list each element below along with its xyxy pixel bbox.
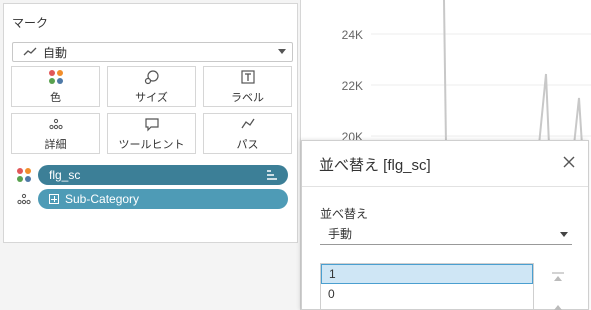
list-item[interactable]: 1 [321,264,533,284]
color-icon [48,69,64,85]
size-icon [144,69,160,85]
close-icon[interactable] [562,155,576,169]
tooltip-card-label: ツールヒント [118,138,185,151]
mark-type-value: 自動 [43,45,68,60]
pill-sub-category[interactable]: Sub-Category [38,189,288,209]
size-card-label: サイズ [135,91,168,104]
path-card-label: パス [236,138,259,151]
move-up-icon[interactable] [550,301,566,310]
color-icon [17,168,31,182]
marks-shelf-row-detail: Sub-Category [16,189,288,209]
sort-dialog: 並べ替え [flg_sc] 並べ替え 手動 1 0 [301,140,589,310]
marks-title: マーク [12,16,49,30]
detail-card-label: 詳細 [44,138,67,151]
move-to-top-icon[interactable] [550,271,566,283]
sort-by-select[interactable]: 手動 [320,223,572,245]
sort-order-list: 1 0 [320,263,534,310]
label-card-label: ラベル [231,91,264,104]
size-card[interactable]: サイズ [107,66,196,107]
path-card[interactable]: パス [203,113,292,154]
tooltip-card[interactable]: ツールヒント [107,113,196,154]
color-card-label: 色 [50,91,61,104]
detail-icon [48,116,64,132]
detail-icon [17,193,31,205]
marks-shelf-row-color: flg_sc [16,165,288,185]
pill-flg-sc-label: flg_sc [49,168,81,182]
sort-dialog-title: 並べ替え [flg_sc] [319,157,431,174]
path-icon [240,116,256,132]
sort-by-label: 並べ替え [320,207,369,221]
line-chart-icon [23,47,37,56]
pill-sub-category-label: Sub-Category [65,192,140,206]
expand-plus-icon[interactable] [49,194,59,204]
mark-type-dropdown[interactable]: 自動 [12,42,293,62]
sort-by-value: 手動 [328,227,353,241]
dialog-divider [302,186,588,187]
pill-flg-sc[interactable]: flg_sc [38,165,288,185]
chevron-down-icon [278,49,286,54]
detail-card[interactable]: 詳細 [11,113,100,154]
y-tick-label: 22K [342,79,363,93]
color-card[interactable]: 色 [11,66,100,107]
chevron-down-icon [560,232,568,237]
list-item[interactable]: 0 [321,284,533,304]
marks-card: マーク 自動 色 サイズ ラベル 詳細 ツールヒント パス flg_sc Sub… [3,3,298,243]
sort-descending-icon [267,170,277,180]
label-icon [240,69,256,85]
y-tick-label: 24K [342,28,363,42]
tooltip-icon [144,116,160,132]
label-card[interactable]: ラベル [203,66,292,107]
chart-series-line [443,0,583,146]
